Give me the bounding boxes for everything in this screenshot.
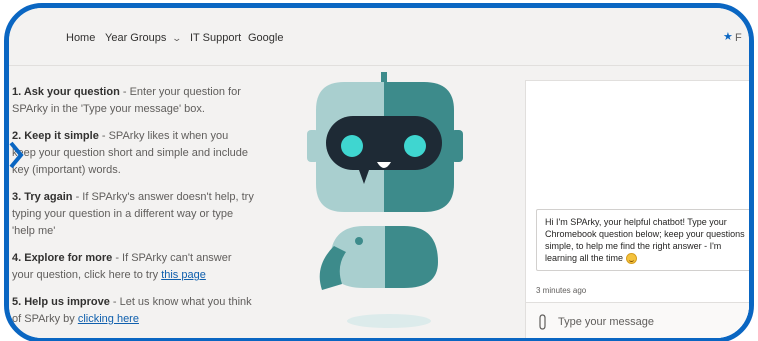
robot-mascot-icon xyxy=(307,72,463,328)
robot-illustration xyxy=(264,66,499,338)
message-timestamp: 3 minutes ago xyxy=(536,286,587,295)
this-page-link[interactable]: this page xyxy=(161,269,206,281)
instruction-step-1: 1. Ask your question - Enter your questi… xyxy=(9,84,254,118)
step-title: 3. Try again xyxy=(12,191,73,203)
message-input[interactable] xyxy=(558,313,738,331)
smiley-emoji-icon xyxy=(625,253,637,265)
nav-year-groups-label: Year Groups xyxy=(105,32,167,44)
nav-year-groups[interactable]: Year Groups ⌄ xyxy=(105,32,183,44)
nav-home[interactable]: Home xyxy=(66,32,95,44)
chevron-right-icon[interactable] xyxy=(7,141,29,169)
chevron-down-icon: ⌄ xyxy=(171,33,183,43)
step-title: 4. Explore for more xyxy=(12,252,113,264)
instruction-step-3: 3. Try again - If SPArky's answer doesn'… xyxy=(9,189,254,240)
page-frame: Home Year Groups ⌄ IT Support Google ★ F … xyxy=(4,3,754,341)
chatbot-panel: Hi I'm SPArky, your helpful chatbot! Typ… xyxy=(525,80,754,338)
instruction-step-2: 2. Keep it simple - SPArky likes it when… xyxy=(9,128,254,179)
instructions-list: 1. Ask your question - Enter your questi… xyxy=(9,84,254,338)
clicking-here-link[interactable]: clicking here xyxy=(78,313,139,325)
send-icon[interactable]: ⊳ xyxy=(752,314,754,327)
star-icon[interactable]: ★ xyxy=(723,30,733,43)
main-content: 1. Ask your question - Enter your questi… xyxy=(9,66,749,338)
step-title: 1. Ask your question xyxy=(12,86,120,98)
favorite-label[interactable]: F xyxy=(735,32,742,44)
paperclip-icon[interactable] xyxy=(536,313,550,331)
nav-google[interactable]: Google xyxy=(248,32,283,44)
instruction-step-5: 5. Help us improve - Let us know what yo… xyxy=(9,294,254,328)
message-input-bar: ⊳ xyxy=(526,302,754,338)
bot-message-bubble: Hi I'm SPArky, your helpful chatbot! Typ… xyxy=(536,209,749,272)
top-navigation: Home Year Groups ⌄ IT Support Google ★ F xyxy=(9,8,749,66)
step-title: 5. Help us improve xyxy=(12,296,110,308)
instruction-step-4: 4. Explore for more - If SPArky can't an… xyxy=(9,250,254,284)
nav-it-support[interactable]: IT Support xyxy=(190,32,241,44)
bot-message-text: Hi I'm SPArky, your helpful chatbot! Typ… xyxy=(545,217,745,263)
